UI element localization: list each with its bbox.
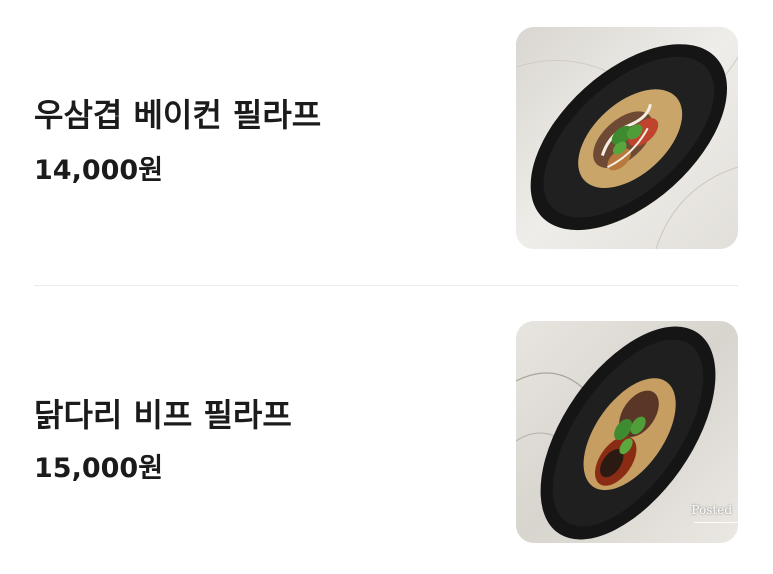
menu-item-photo[interactable]: Posted xyxy=(516,321,738,543)
menu-item[interactable]: 닭다리 비프 필라프 15,000원 Posted xyxy=(0,286,773,554)
food-photo-icon xyxy=(516,27,738,249)
menu-item-photo[interactable] xyxy=(516,27,738,249)
watermark-divider xyxy=(694,522,738,523)
menu-item-name: 우삼겹 베이컨 필라프 xyxy=(34,96,322,134)
menu-item-name: 닭다리 비프 필라프 xyxy=(34,396,292,434)
menu-item-price: 14,000원 xyxy=(34,155,164,186)
menu-item-price: 15,000원 xyxy=(34,453,164,484)
watermark-text: Posted xyxy=(691,503,732,517)
menu-item[interactable]: 우삼겹 베이컨 필라프 14,000원 xyxy=(0,0,773,268)
